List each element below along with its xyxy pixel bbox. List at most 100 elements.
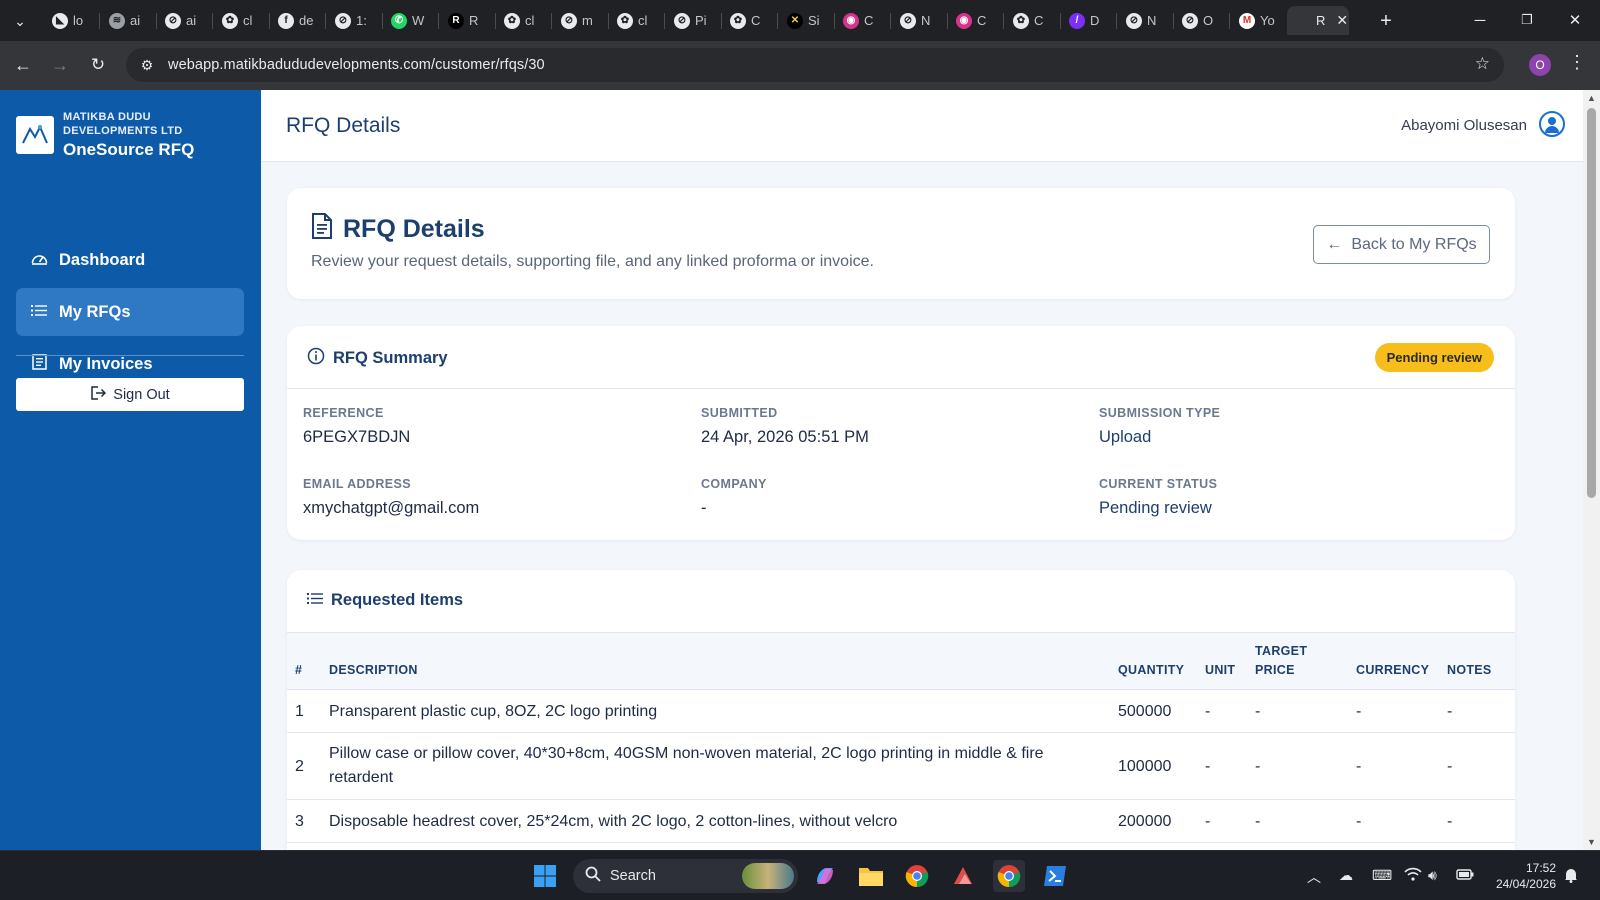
browser-tab[interactable]: ≋ ai [101, 6, 155, 35]
row-quantity: 500000 [1118, 703, 1172, 720]
requested-items-card: Requested Items # DESCRIPTION QUANTITY U… [287, 570, 1515, 850]
close-tab-icon[interactable]: ✕ [1336, 12, 1348, 29]
browser-tab-label: 1: [356, 13, 367, 28]
brand[interactable]: MATIKBA DUDU DEVELOPMENTS LTD OneSource … [16, 110, 194, 160]
file-explorer-icon[interactable] [855, 860, 887, 892]
items-title: Requested Items [331, 591, 464, 609]
browser-tab[interactable]: ✿ cl [214, 6, 268, 35]
browser-tab-label: N [921, 13, 931, 28]
browser-tab[interactable]: M Yo [1231, 6, 1285, 35]
main-content: RFQ Details Abayomi Olusesan RFQ Details… [261, 90, 1583, 850]
taskbar-search[interactable]: Search [573, 859, 798, 893]
document-icon [311, 213, 333, 246]
new-tab-button[interactable]: + [1373, 8, 1399, 34]
restore-button[interactable]: ❐ [1504, 6, 1550, 34]
row-quantity: 200000 [1118, 813, 1172, 830]
forward-arrow-icon[interactable]: → [46, 51, 74, 79]
minimize-button[interactable]: ─ [1457, 6, 1503, 34]
copilot-app-icon[interactable] [809, 860, 841, 892]
brand-text: MATIKBA DUDU DEVELOPMENTS LTD OneSource … [63, 110, 194, 160]
scrollbar-thumb[interactable] [1587, 108, 1596, 498]
volume-icon[interactable]: 🔊︎ [1428, 867, 1437, 884]
tab-separator [212, 13, 213, 29]
photos-app-icon[interactable] [947, 860, 979, 892]
sign-out-button[interactable]: Sign Out [16, 378, 244, 411]
browser-tab[interactable]: ✿ C [1005, 6, 1059, 35]
tray-overflow-icon[interactable]: ︿ [1307, 867, 1321, 887]
target-price-line2: PRICE [1255, 663, 1295, 677]
site-settings-icon[interactable]: ⚙ [132, 57, 162, 74]
sidebar-item-dashboard[interactable]: Dashboard [16, 236, 244, 284]
column-header-number: # [295, 663, 303, 677]
user-name[interactable]: Abayomi Olusesan [1401, 117, 1527, 134]
tab-search-chevron-icon[interactable]: ⌄ [7, 8, 33, 34]
submitted-field: SUBMITTED 24 Apr, 2026 05:51 PM [701, 406, 869, 447]
table-row: 2 Pillow case or pillow cover, 40*30+8cm… [287, 733, 1515, 800]
browser-menu-icon[interactable]: ⋮ [1568, 52, 1586, 73]
bookmark-star-icon[interactable]: ☆ [1475, 54, 1490, 74]
column-header-unit: UNIT [1205, 663, 1236, 677]
browser-tab[interactable]: ◣ lo [44, 6, 98, 35]
browser-tab[interactable]: f de [270, 6, 324, 35]
powershell-app-icon[interactable] [1039, 860, 1071, 892]
browser-tab[interactable]: ✿ C [722, 6, 776, 35]
browser-tab-label: R [1316, 13, 1326, 28]
browser-tab-label: C [864, 13, 874, 28]
keyboard-icon[interactable]: ⌨ [1372, 867, 1392, 884]
items-card-header: Requested Items [287, 570, 1515, 633]
reload-icon[interactable]: ↻ [84, 51, 112, 79]
browser-tab[interactable]: R ✕ [1287, 6, 1349, 35]
sidebar-item-my-rfqs[interactable]: My RFQs [16, 288, 244, 336]
browser-tab[interactable]: ⊘ O [1174, 6, 1228, 35]
notification-bell-icon[interactable] [1564, 867, 1578, 886]
wifi-icon[interactable] [1404, 867, 1422, 884]
browser-tab[interactable]: ✆ W [383, 6, 437, 35]
chatgpt-icon: ⊘ [1126, 12, 1142, 29]
browser-tab[interactable]: ⊘ Pi [666, 6, 720, 35]
browser-tab[interactable]: / D [1061, 6, 1115, 35]
browser-tab[interactable]: RR [440, 6, 494, 35]
address-bar[interactable]: ⚙ webapp.matikbadududevelopments.com/cus… [126, 48, 1504, 82]
browser-tab[interactable]: ✿ cl [496, 6, 550, 35]
row-quantity: 100000 [1118, 758, 1172, 775]
tab-separator [1003, 13, 1004, 29]
scroll-down-icon[interactable]: ▼ [1587, 837, 1596, 847]
browser-tab[interactable]: ⊘ 1: [327, 6, 381, 35]
back-to-my-rfqs-button[interactable]: ← Back to My RFQs [1313, 225, 1490, 264]
table-row: 1 Pransparent plastic cup, 8OZ, 2C logo … [287, 690, 1515, 733]
page-viewport: MATIKBA DUDU DEVELOPMENTS LTD OneSource … [0, 90, 1600, 850]
rfq-header-card: RFQ Details Review your request details,… [287, 188, 1515, 299]
browser-tab-label: C [1034, 13, 1044, 28]
profile-avatar[interactable]: O [1529, 54, 1551, 76]
company-field: COMPANY - [701, 477, 767, 518]
browser-tab[interactable]: ◉ C [948, 6, 1002, 35]
browser-tab[interactable]: ⊘ ai [157, 6, 211, 35]
scroll-up-icon[interactable]: ▲ [1587, 93, 1596, 103]
chrome-active-app-icon[interactable] [993, 860, 1025, 892]
close-window-button[interactable]: ✕ [1552, 6, 1598, 34]
openai-icon: ✿ [617, 12, 633, 29]
browser-tab[interactable]: ◉ C [835, 6, 889, 35]
battery-icon[interactable] [1456, 867, 1474, 883]
back-arrow-icon[interactable]: ← [9, 51, 37, 79]
browser-tab[interactable]: ⊘ m [553, 6, 607, 35]
browser-tab[interactable]: ✕ Si [779, 6, 833, 35]
browser-tab-label: cl [243, 13, 253, 28]
row-currency: - [1356, 758, 1362, 775]
browser-tab[interactable]: ✿ cl [609, 6, 663, 35]
address-url[interactable]: webapp.matikbadududevelopments.com/custo… [168, 57, 545, 73]
windows-start-icon[interactable] [529, 860, 561, 892]
row-notes: - [1447, 813, 1453, 830]
browser-tab-label: Pi [695, 13, 707, 28]
row-notes: - [1447, 758, 1453, 775]
system-clock[interactable]: 17:52 24/04/2026 [1488, 860, 1556, 892]
page-title: RFQ Details [286, 114, 401, 137]
browser-tab[interactable]: ⊘ N [892, 6, 946, 35]
browser-tab[interactable]: ⊘ N [1118, 6, 1172, 35]
user-avatar-icon[interactable] [1539, 111, 1565, 137]
page-scrollbar[interactable]: ▲ ▼ [1583, 90, 1600, 850]
browser-tab-label: O [1203, 13, 1214, 28]
chrome-app-icon[interactable] [901, 860, 933, 892]
onedrive-cloud-icon[interactable]: ☁ [1339, 867, 1353, 884]
list-icon [30, 304, 48, 321]
